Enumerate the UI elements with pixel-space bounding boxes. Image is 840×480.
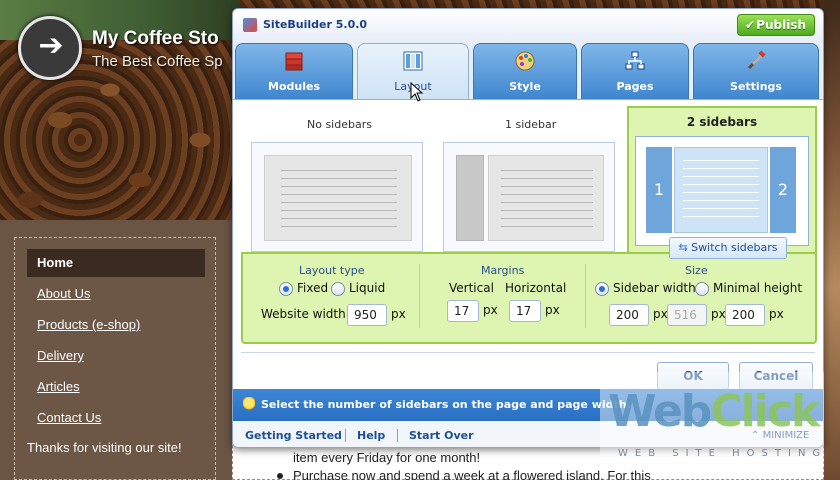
tab-pages-label: Pages	[616, 80, 654, 93]
nav-item-delivery[interactable]: Delivery	[27, 342, 205, 370]
settings-icon	[747, 50, 766, 70]
tab-style-label: Style	[509, 80, 541, 93]
sidebar-width-radio[interactable]	[595, 282, 609, 296]
thanks-text: Thanks for visiting our site!	[27, 440, 182, 455]
watermark-subtitle: WEB SITE HOSTING	[618, 448, 828, 459]
style-icon	[515, 51, 535, 71]
group-divider	[419, 264, 420, 328]
modules-icon	[285, 52, 303, 71]
nav-item-products[interactable]: Products (e-shop)	[27, 311, 205, 339]
tab-style[interactable]: Style	[473, 43, 577, 99]
layout-option-2-sidebars-selected[interactable]: 2 sidebars 1 2	[627, 106, 817, 252]
dialog-titlebar: SiteBuilder 5.0.0 ✔ Publish	[233, 9, 823, 41]
nav-item-articles[interactable]: Articles	[27, 373, 205, 401]
site-logo[interactable]: ➔	[18, 16, 82, 80]
nav-item-home[interactable]: Home	[27, 249, 205, 277]
check-icon: ✔	[745, 18, 756, 32]
content-preview	[488, 155, 604, 241]
tab-modules[interactable]: Modules	[235, 43, 353, 99]
info-text: Select the number of sidebars on the pag…	[261, 398, 631, 411]
bullet-icon	[277, 473, 283, 479]
layout-option-1-sidebar[interactable]	[443, 142, 615, 252]
layout-preview-2-sidebars: 1 2	[635, 136, 809, 246]
lightbulb-icon	[243, 397, 255, 413]
switch-sidebars-label: Switch sidebars	[691, 241, 778, 254]
tab-modules-label: Modules	[268, 80, 320, 93]
sidebar-width-label: Sidebar width	[613, 281, 696, 295]
site-title: My Coffee Sto	[92, 28, 219, 49]
px-unit: px	[483, 303, 498, 317]
background-right-strip	[824, 0, 840, 480]
watermark-logo: WebClick	[608, 386, 820, 437]
minimal-height-radio[interactable]	[695, 282, 709, 296]
footer-divider	[397, 429, 398, 442]
swap-icon: ⇆	[678, 241, 692, 254]
content-width-input: 516	[667, 304, 707, 326]
liquid-label: Liquid	[349, 281, 386, 295]
tab-bar: Modules Layout Style	[233, 41, 823, 99]
layout-settings-box: Layout type Fixed Liquid Website width 9…	[241, 252, 817, 344]
website-width-input[interactable]: 950	[347, 304, 387, 326]
size-title: Size	[685, 264, 708, 277]
mouse-cursor-icon	[410, 82, 424, 102]
minimal-height-label: Minimal height	[713, 281, 803, 295]
tab-settings[interactable]: Settings	[693, 43, 819, 99]
content-line: item every Friday for one month!	[293, 450, 481, 465]
right-sidebar-preview: 2	[770, 147, 796, 233]
separator	[241, 352, 815, 353]
fixed-radio[interactable]	[279, 282, 293, 296]
group-divider	[585, 264, 586, 328]
px-unit: px	[769, 307, 784, 321]
tab-pages[interactable]: Pages	[581, 43, 689, 99]
px-unit: px	[391, 307, 406, 321]
publish-button[interactable]: ✔ Publish	[737, 14, 815, 36]
vertical-label: Vertical	[449, 281, 494, 295]
liquid-radio[interactable]	[331, 282, 345, 296]
horizontal-margin-input[interactable]: 17	[509, 300, 541, 322]
layout-panel: No sidebars 1 sidebar 2 sidebars 1 2 Lay…	[233, 99, 823, 395]
help-link[interactable]: Help	[357, 429, 385, 442]
right-sidebar-width-input[interactable]: 200	[725, 304, 765, 326]
sidebar-preview	[456, 155, 484, 241]
footer-divider	[345, 429, 346, 442]
getting-started-link[interactable]: Getting Started	[245, 429, 342, 442]
tab-settings-label: Settings	[730, 80, 782, 93]
vertical-margin-input[interactable]: 17	[447, 300, 479, 322]
layout-icon	[403, 51, 423, 71]
nav-item-contact-us[interactable]: Contact Us	[27, 404, 205, 432]
start-over-link[interactable]: Start Over	[409, 429, 474, 442]
layout-preview	[264, 155, 412, 241]
px-unit: px	[653, 307, 668, 321]
site-navigation: Home About Us Products (e-shop) Delivery…	[14, 237, 216, 480]
switch-sidebars-button[interactable]: ⇆ Switch sidebars	[669, 237, 787, 259]
left-sidebar-width-input[interactable]: 200	[609, 304, 649, 326]
website-width-label: Website width	[261, 307, 346, 321]
nav-item-about-us[interactable]: About Us	[27, 280, 205, 308]
px-unit: px	[711, 307, 726, 321]
webclick-watermark: WebClick WEB SITE HOSTING	[600, 372, 824, 468]
publish-label: Publish	[756, 18, 806, 32]
content-preview	[674, 147, 768, 233]
horizontal-label: Horizontal	[505, 281, 567, 295]
fixed-label: Fixed	[297, 281, 329, 295]
app-title: SiteBuilder 5.0.0	[263, 18, 368, 31]
content-line: Purchase now and spend a week at a flowe…	[293, 468, 651, 480]
margins-title: Margins	[481, 264, 525, 277]
sitebuilder-logo-icon	[243, 18, 257, 32]
layout-options-area: No sidebars 1 sidebar 2 sidebars 1 2 Lay…	[241, 106, 817, 344]
left-sidebar-preview: 1	[646, 147, 672, 233]
option-label-2-sidebars: 2 sidebars	[686, 115, 758, 129]
arrow-right-icon: ➔	[38, 28, 64, 63]
layout-option-no-sidebars[interactable]	[251, 142, 423, 252]
pages-icon	[625, 51, 645, 70]
option-label-1-sidebar: 1 sidebar	[505, 118, 557, 131]
site-subtitle: The Best Coffee Sp	[92, 53, 223, 70]
layout-type-title: Layout type	[299, 264, 365, 277]
px-unit: px	[545, 303, 560, 317]
option-label-no-sidebars: No sidebars	[307, 118, 372, 131]
